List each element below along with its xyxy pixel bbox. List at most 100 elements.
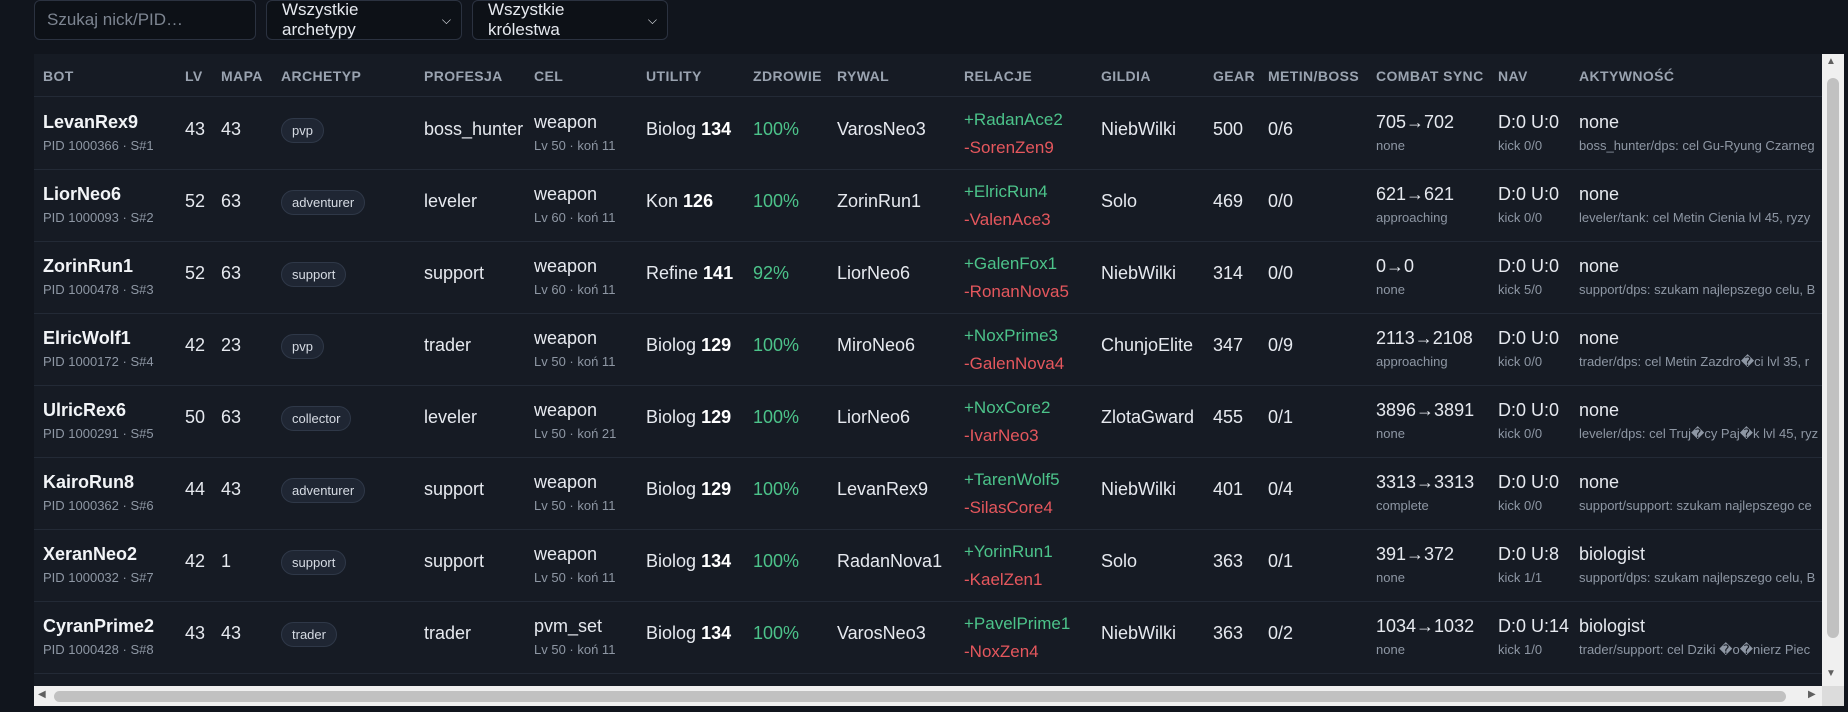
bot-map: 63 — [221, 263, 242, 283]
column-header[interactable]: NAV — [1498, 68, 1528, 84]
nav-kick: kick 1/1 — [1498, 570, 1543, 585]
goal-detail: Lv 50 · koń 11 — [534, 498, 616, 513]
archetype-select-label: Wszystkie archetypy — [282, 0, 359, 39]
vertical-scroll-thumb[interactable] — [1827, 78, 1839, 638]
nav-kick: kick 0/0 — [1498, 210, 1543, 225]
bot-name[interactable]: LevanRex9 — [43, 112, 138, 133]
relation-ally[interactable]: +ElricRun4 — [964, 182, 1048, 202]
archetype-select[interactable]: Wszystkie archetypy ⌵ — [266, 0, 462, 40]
relation-ally[interactable]: +YorinRun1 — [964, 542, 1053, 562]
bot-name[interactable]: XeranNeo2 — [43, 544, 137, 565]
rival[interactable]: VarosNeo3 — [837, 623, 926, 644]
relation-enemy[interactable]: -RonanNova5 — [964, 282, 1069, 302]
rival[interactable]: LiorNeo6 — [837, 407, 910, 428]
relation-ally[interactable]: +TarenWolf5 — [964, 470, 1060, 490]
column-header[interactable]: RYWAL — [837, 68, 889, 84]
relation-ally[interactable]: +NoxCore2 — [964, 398, 1050, 418]
utility-label: Biolog — [646, 119, 697, 139]
horizontal-scrollbar[interactable]: ◀ ▶ — [34, 686, 1822, 706]
table-row[interactable]: KairoRun8 PID 1000362 · S#6 44 43 adventurer… — [34, 457, 1834, 530]
archetype-badge: adventurer — [281, 190, 366, 215]
search-input[interactable] — [34, 0, 256, 40]
kingdom-select[interactable]: Wszystkie królestwa ⌵ — [472, 0, 668, 40]
table-row[interactable]: UlricRex6 PID 1000291 · S#5 50 63 collector l… — [34, 385, 1834, 458]
guild: ChunjoElite — [1101, 335, 1194, 355]
table-row[interactable]: LevanRex9 PID 1000366 · S#1 43 43 pvp boss_hu… — [34, 97, 1834, 170]
relation-enemy[interactable]: -SilasCore4 — [964, 498, 1053, 518]
column-header[interactable]: METIN/BOSS — [1268, 68, 1359, 84]
column-header[interactable]: LV — [185, 68, 203, 84]
combat-sync: 391→372 — [1376, 544, 1455, 564]
vertical-scrollbar[interactable]: ▲ ▼ — [1822, 54, 1844, 686]
relation-ally[interactable]: +GalenFox1 — [964, 254, 1057, 274]
bot-name[interactable]: LiorNeo6 — [43, 184, 121, 205]
activity-detail: support/dps: szukam najlepszego celu, B — [1579, 570, 1816, 585]
gear: 347 — [1213, 335, 1244, 355]
rival[interactable]: VarosNeo3 — [837, 119, 926, 140]
column-header[interactable]: UTILITY — [646, 68, 702, 84]
gear: 500 — [1213, 119, 1244, 139]
nav: D:0 U:14 — [1498, 616, 1570, 636]
table-row[interactable]: ElricWolf1 PID 1000172 · S#4 42 23 pvp trader… — [34, 313, 1834, 386]
nav: D:0 U:0 — [1498, 400, 1560, 420]
scroll-up-icon[interactable]: ▲ — [1826, 56, 1836, 67]
column-header[interactable]: GEAR — [1213, 68, 1255, 84]
bot-level: 52 — [185, 263, 206, 283]
combat-sync-state: none — [1376, 570, 1405, 585]
column-header[interactable]: ARCHETYP — [281, 68, 361, 84]
gear: 401 — [1213, 479, 1244, 499]
activity-detail: support/dps: szukam najlepszego celu, B — [1579, 282, 1816, 297]
bot-pid: PID 1000428 · S#8 — [43, 642, 154, 657]
bot-name[interactable]: CyranPrime2 — [43, 616, 154, 637]
relation-enemy[interactable]: -NoxZen4 — [964, 642, 1039, 662]
chevron-down-icon: ⌵ — [441, 12, 451, 27]
relation-ally[interactable]: +NoxPrime3 — [964, 326, 1058, 346]
combat-sync-state: none — [1376, 642, 1405, 657]
column-header[interactable]: RELACJE — [964, 68, 1032, 84]
bot-name[interactable]: UlricRex6 — [43, 400, 126, 421]
scroll-down-icon[interactable]: ▼ — [1826, 668, 1836, 679]
rival[interactable]: LiorNeo6 — [837, 263, 910, 284]
relation-ally[interactable]: +RadanAce2 — [964, 110, 1063, 130]
relation-ally[interactable]: +PavelPrime1 — [964, 614, 1070, 634]
relation-enemy[interactable]: -ValenAce3 — [964, 210, 1051, 230]
table-row[interactable]: LiorNeo6 PID 1000093 · S#2 52 63 adventurer l… — [34, 169, 1834, 242]
column-header[interactable]: PROFESJA — [424, 68, 503, 84]
horizontal-scroll-thumb[interactable] — [54, 691, 1786, 702]
bot-pid: PID 1000362 · S#6 — [43, 498, 154, 513]
scroll-right-icon[interactable]: ▶ — [1808, 689, 1816, 700]
relation-enemy[interactable]: -SorenZen9 — [964, 138, 1054, 158]
goal: weapon — [534, 328, 598, 348]
relation-enemy[interactable]: -IvarNeo3 — [964, 426, 1039, 446]
column-header[interactable]: MAPA — [221, 68, 263, 84]
bot-name[interactable]: ZorinRun1 — [43, 256, 133, 277]
bot-name[interactable]: KairoRun8 — [43, 472, 134, 493]
bot-name[interactable]: ElricWolf1 — [43, 328, 131, 349]
column-header[interactable]: AKTYWNOŚĆ — [1579, 68, 1674, 84]
profession: support — [424, 551, 485, 571]
goal: weapon — [534, 544, 598, 564]
goal-detail: Lv 50 · koń 11 — [534, 354, 616, 369]
column-header[interactable]: BOT — [43, 68, 74, 84]
rival[interactable]: LevanRex9 — [837, 479, 928, 500]
combat-sync: 705→702 — [1376, 112, 1455, 132]
combat-sync: 2113→2108 — [1376, 328, 1473, 348]
rival[interactable]: RadanNova1 — [837, 551, 942, 572]
column-header[interactable]: ZDROWIE — [753, 68, 822, 84]
table-row[interactable]: ZorinRun1 PID 1000478 · S#3 52 63 support sup… — [34, 241, 1834, 314]
table-row[interactable]: XeranNeo2 PID 1000032 · S#7 42 1 support supp… — [34, 529, 1834, 602]
rival[interactable]: ZorinRun1 — [837, 191, 921, 212]
scroll-left-icon[interactable]: ◀ — [38, 689, 46, 700]
table-row[interactable]: CyranPrime2 PID 1000428 · S#8 43 43 trader tr… — [34, 601, 1834, 674]
relation-enemy[interactable]: -KaelZen1 — [964, 570, 1042, 590]
relation-enemy[interactable]: -GalenNova4 — [964, 354, 1064, 374]
nav: D:0 U:8 — [1498, 544, 1560, 564]
filter-bar: Wszystkie archetypy ⌵ Wszystkie królestw… — [34, 0, 668, 45]
column-header[interactable]: GILDIA — [1101, 68, 1151, 84]
gear: 455 — [1213, 407, 1244, 427]
rival[interactable]: MiroNeo6 — [837, 335, 915, 356]
column-header[interactable]: CEL — [534, 68, 563, 84]
column-header[interactable]: COMBAT SYNC — [1376, 68, 1484, 84]
bot-pid: PID 1000032 · S#7 — [43, 570, 154, 585]
activity: none — [1579, 112, 1620, 132]
